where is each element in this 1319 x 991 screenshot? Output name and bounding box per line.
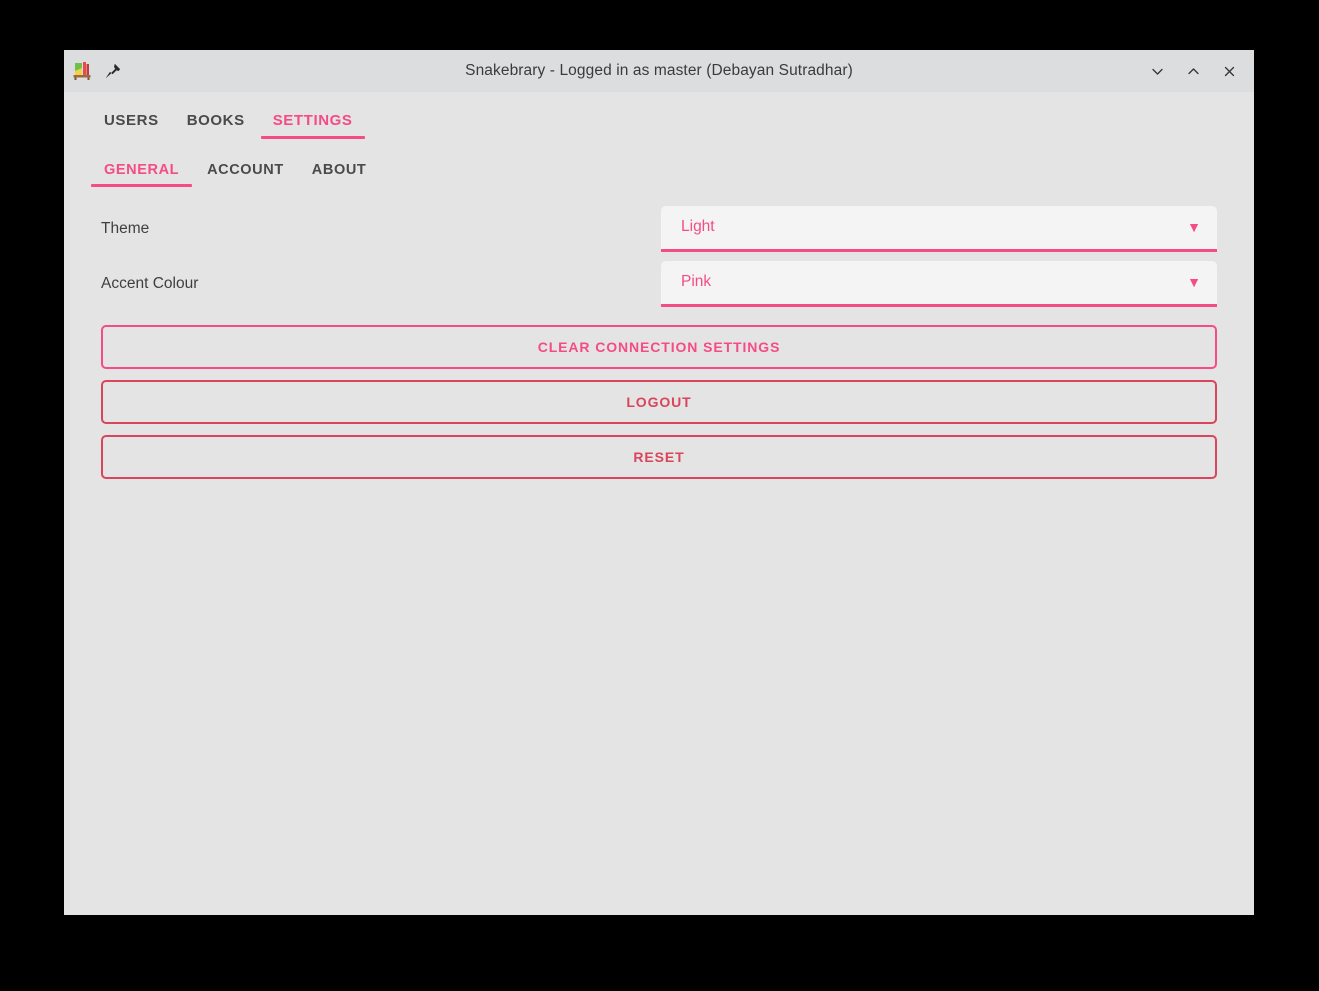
chevron-down-icon: ▼ (1187, 219, 1201, 235)
chevron-down-icon (1150, 64, 1165, 79)
logout-button[interactable]: LOGOUT (101, 380, 1217, 424)
theme-dropdown-value: Light (681, 218, 715, 235)
tab-settings[interactable]: SETTINGS (259, 104, 367, 139)
setting-row-theme: Theme Light ▼ (101, 201, 1217, 256)
titlebar-left-group (72, 60, 122, 82)
accent-colour-label: Accent Colour (101, 274, 199, 292)
action-button-group: CLEAR CONNECTION SETTINGS LOGOUT RESET (64, 311, 1254, 479)
chevron-down-icon: ▼ (1187, 274, 1201, 290)
main-tab-bar: USERS BOOKS SETTINGS (64, 92, 1254, 139)
subtab-account[interactable]: ACCOUNT (193, 155, 298, 187)
tab-books[interactable]: BOOKS (173, 104, 259, 139)
title-bar: Snakebrary - Logged in as master (Debaya… (64, 50, 1254, 92)
window-body: USERS BOOKS SETTINGS GENERAL ACCOUNT ABO… (64, 92, 1254, 915)
accent-colour-dropdown-value: Pink (681, 273, 712, 290)
minimize-button[interactable] (1142, 56, 1172, 86)
setting-row-accent-colour: Accent Colour Pink ▼ (101, 256, 1217, 311)
accent-colour-dropdown[interactable]: Pink ▼ (661, 260, 1217, 307)
maximize-button[interactable] (1178, 56, 1208, 86)
bookshelf-icon (72, 60, 94, 82)
settings-pane: Theme Light ▼ Accent Colour Pink ▼ (64, 201, 1254, 311)
close-button[interactable] (1214, 56, 1244, 86)
window-title: Snakebrary - Logged in as master (Debaya… (465, 62, 853, 79)
close-icon (1222, 64, 1237, 79)
reset-button[interactable]: RESET (101, 435, 1217, 479)
theme-label: Theme (101, 219, 150, 237)
application-window: Snakebrary - Logged in as master (Debaya… (64, 50, 1254, 915)
chevron-up-icon (1186, 64, 1201, 79)
subtab-general[interactable]: GENERAL (90, 155, 193, 187)
sub-tab-bar: GENERAL ACCOUNT ABOUT (64, 139, 1254, 187)
tab-users[interactable]: USERS (90, 104, 173, 139)
theme-dropdown[interactable]: Light ▼ (661, 205, 1217, 252)
subtab-about[interactable]: ABOUT (298, 155, 381, 187)
window-controls (1142, 56, 1254, 86)
clear-connection-settings-button[interactable]: CLEAR CONNECTION SETTINGS (101, 325, 1217, 369)
pushpin-icon[interactable] (104, 62, 122, 80)
